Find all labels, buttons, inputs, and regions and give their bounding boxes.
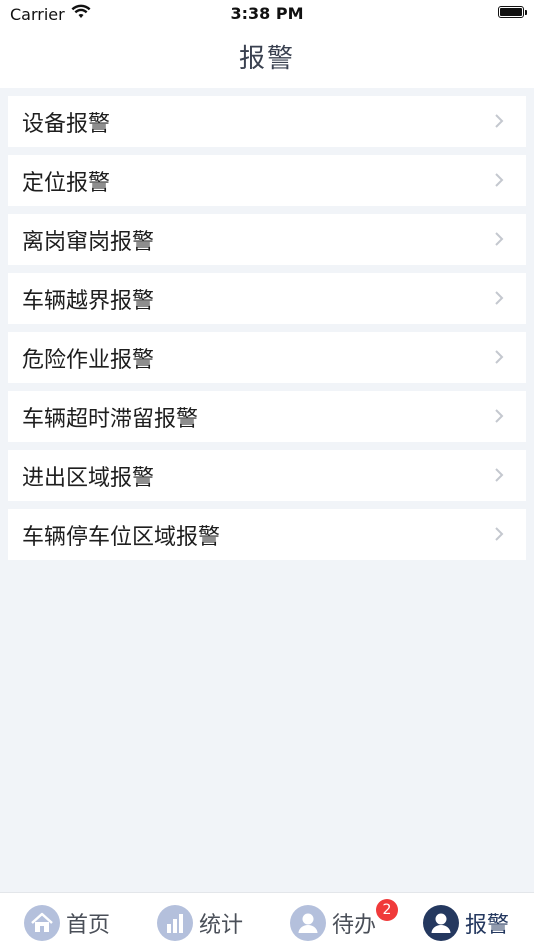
home-icon — [24, 905, 60, 941]
chevron-right-icon — [495, 409, 504, 423]
list-item-label: 进出区域报警 — [22, 465, 155, 491]
chevron-right-icon — [495, 114, 504, 128]
chevron-right-icon — [495, 527, 504, 541]
tab-label: 统计 — [199, 913, 244, 938]
navigation-bar: 报警 — [0, 28, 534, 88]
list-item-hazardous-work-alarm[interactable]: 危险作业报警 — [8, 332, 526, 383]
list-item-vehicle-overstay-alarm[interactable]: 车辆超时滞留报警 — [8, 391, 526, 442]
list-item-device-alarm[interactable]: 设备报警 — [8, 96, 526, 147]
tab-todo[interactable]: 待办 2 — [290, 899, 398, 943]
tab-home[interactable]: 首页 — [24, 903, 110, 943]
list-item-vehicle-boundary-alarm[interactable]: 车辆越界报警 — [8, 273, 526, 324]
battery-icon — [498, 6, 527, 18]
user-icon — [423, 905, 459, 941]
list-item-label: 危险作业报警 — [22, 347, 155, 373]
list-item-parking-area-alarm[interactable]: 车辆停车位区域报警 — [8, 509, 526, 560]
tab-bar: 首页 统计 待办 2 报警 — [0, 892, 534, 951]
user-icon — [290, 905, 326, 941]
chevron-right-icon — [495, 468, 504, 482]
page-title: 报警 — [238, 44, 295, 74]
status-bar: Carrier 3:38 PM — [0, 0, 534, 28]
notification-badge: 2 — [376, 899, 398, 921]
list-item-post-alarm[interactable]: 离岗窜岗报警 — [8, 214, 526, 265]
chevron-right-icon — [495, 173, 504, 187]
list-item-label: 定位报警 — [22, 170, 111, 196]
tab-alarm[interactable]: 报警 — [423, 903, 509, 943]
tab-statistics[interactable]: 统计 — [157, 903, 243, 943]
list-item-area-entry-exit-alarm[interactable]: 进出区域报警 — [8, 450, 526, 501]
chevron-right-icon — [495, 232, 504, 246]
status-time: 3:38 PM — [230, 4, 304, 23]
list-item-label: 车辆超时滞留报警 — [22, 406, 199, 432]
tab-label: 待办 — [332, 913, 377, 938]
chevron-right-icon — [495, 350, 504, 364]
list-item-location-alarm[interactable]: 定位报警 — [8, 155, 526, 206]
list-item-label: 离岗窜岗报警 — [22, 229, 155, 255]
chevron-right-icon — [495, 291, 504, 305]
list-item-label: 车辆停车位区域报警 — [22, 524, 221, 550]
tab-label: 首页 — [66, 913, 111, 938]
list-item-label: 设备报警 — [22, 111, 111, 137]
bar-chart-icon — [157, 905, 193, 941]
list-item-label: 车辆越界报警 — [22, 288, 155, 314]
tab-label: 报警 — [465, 913, 510, 938]
alarm-category-list: 设备报警 定位报警 离岗窜岗报警 车辆越界报警 危险作业报警 车辆超时滞留报警 … — [8, 96, 526, 568]
